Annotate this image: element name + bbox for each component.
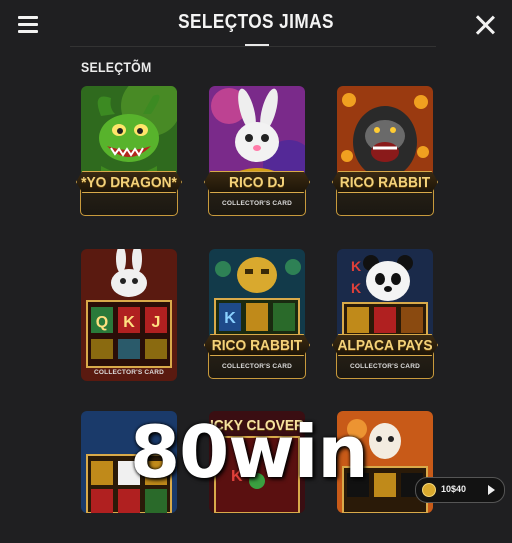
svg-text:K: K — [123, 314, 135, 331]
svg-text:K: K — [351, 280, 361, 296]
close-icon[interactable] — [474, 14, 496, 36]
game-card-rico-rabbit[interactable]: RICO RABBIT — [332, 86, 438, 218]
svg-text:Q: Q — [96, 314, 108, 331]
balance-value: 10$40 — [441, 484, 467, 494]
game-card-rico-rabbit-2[interactable]: K RICO RABBIT COLLECTOR'S CARD — [204, 249, 310, 381]
game-subtitle: COLLECTOR'S CARD — [222, 200, 292, 207]
game-subtitle: COLLECTOR'S CARD — [350, 363, 420, 370]
game-card-rico-dj[interactable]: RICO DJ COLLECTOR'S CARD — [204, 86, 310, 218]
game-title: *YO DRAGON* — [81, 174, 177, 191]
game-card-yo-dragon[interactable]: *YO DRAGON* — [76, 86, 182, 218]
section-label: SELEÇTÕM — [81, 59, 152, 75]
header-divider — [70, 46, 436, 47]
top-bar: SELEÇTOS JIMAS — [0, 0, 512, 52]
page-title: SELEÇTOS JIMAS — [178, 11, 334, 33]
game-title: RICO RABBIT — [339, 174, 431, 191]
play-icon[interactable] — [488, 485, 495, 495]
rabbit-slots-artwork: Q K J — [81, 249, 177, 381]
game-title: RICO RABBIT — [211, 337, 303, 354]
game-title: ALPACA PAYS — [337, 337, 433, 354]
svg-text:J: J — [152, 314, 161, 331]
game-subtitle: COLLECTOR'S CARD — [94, 369, 164, 376]
game-title: RICO DJ — [229, 174, 285, 191]
game-card-alpaca-pays[interactable]: K K ALPACA PAYS COLLECTOR'S CARD — [332, 249, 438, 381]
game-subtitle: COLLECTOR'S CARD — [222, 363, 292, 370]
balance-pill[interactable]: 10$40 — [415, 477, 505, 503]
game-card-rabbit-slots[interactable]: Q K J COLLECTOR'S CARD — [80, 249, 178, 381]
coin-icon — [422, 483, 436, 497]
watermark-logo: 80win — [130, 410, 369, 494]
svg-text:K: K — [224, 310, 236, 327]
svg-text:K: K — [351, 258, 361, 274]
